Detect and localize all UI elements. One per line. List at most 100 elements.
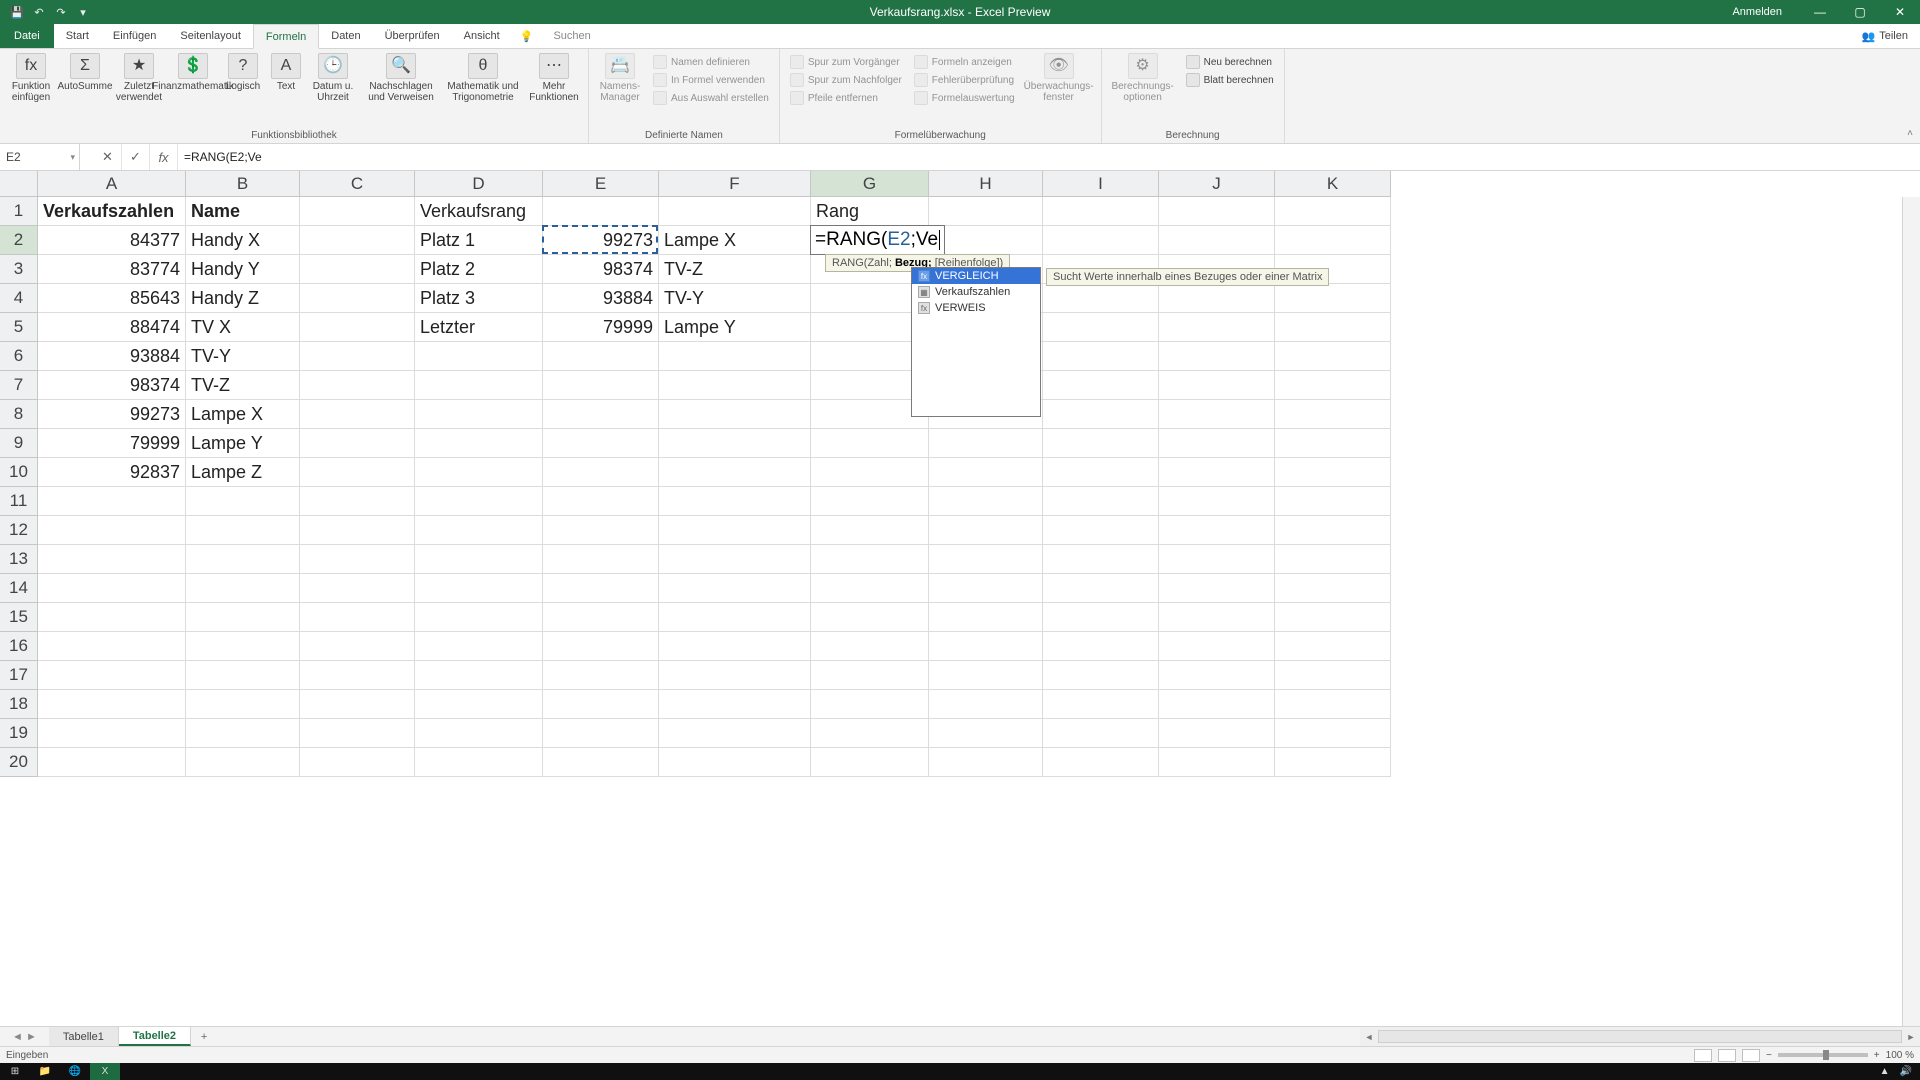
cell-D20[interactable]: [415, 748, 543, 777]
cell-E18[interactable]: [543, 690, 659, 719]
cell-J10[interactable]: [1159, 458, 1275, 487]
cell-H15[interactable]: [929, 603, 1043, 632]
cell-K14[interactable]: [1275, 574, 1391, 603]
cell-B14[interactable]: [186, 574, 300, 603]
cell-C16[interactable]: [300, 632, 415, 661]
logical-button[interactable]: ?Logisch: [222, 51, 264, 92]
cell-E12[interactable]: [543, 516, 659, 545]
cell-E11[interactable]: [543, 487, 659, 516]
row-header-1[interactable]: 1: [0, 197, 38, 226]
autosum-button[interactable]: ΣAutoSumme: [60, 51, 110, 92]
cell-B7[interactable]: TV-Z: [186, 371, 300, 400]
cell-F3[interactable]: TV-Z: [659, 255, 811, 284]
row-header-6[interactable]: 6: [0, 342, 38, 371]
sign-in-link[interactable]: Anmelden: [1714, 6, 1800, 18]
cell-B13[interactable]: [186, 545, 300, 574]
cell-I12[interactable]: [1043, 516, 1159, 545]
cell-A19[interactable]: [38, 719, 186, 748]
row-header-15[interactable]: 15: [0, 603, 38, 632]
tab-ansicht[interactable]: Ansicht: [452, 24, 512, 48]
cell-F17[interactable]: [659, 661, 811, 690]
cell-A9[interactable]: 79999: [38, 429, 186, 458]
recently-used-button[interactable]: ★Zuletzt verwendet: [114, 51, 164, 103]
cell-E7[interactable]: [543, 371, 659, 400]
tab-daten[interactable]: Daten: [319, 24, 372, 48]
cell-K2[interactable]: [1275, 226, 1391, 255]
name-box[interactable]: E2: [0, 144, 80, 170]
cell-G15[interactable]: [811, 603, 929, 632]
row-header-17[interactable]: 17: [0, 661, 38, 690]
cell-D1[interactable]: Verkaufsrang: [415, 197, 543, 226]
cell-J17[interactable]: [1159, 661, 1275, 690]
cell-I13[interactable]: [1043, 545, 1159, 574]
column-headers[interactable]: ABCDEFGHIJK: [38, 171, 1902, 197]
cell-editor[interactable]: =RANG(E2;Ve: [810, 225, 945, 255]
cell-K1[interactable]: [1275, 197, 1391, 226]
zoom-level[interactable]: 100 %: [1886, 1050, 1914, 1061]
cell-D4[interactable]: Platz 3: [415, 284, 543, 313]
cell-E3[interactable]: 98374: [543, 255, 659, 284]
tab-file[interactable]: Datei: [0, 24, 54, 48]
cell-B12[interactable]: [186, 516, 300, 545]
cell-J13[interactable]: [1159, 545, 1275, 574]
cell-C5[interactable]: [300, 313, 415, 342]
col-header-I[interactable]: I: [1043, 171, 1159, 197]
cell-F11[interactable]: [659, 487, 811, 516]
cell-C10[interactable]: [300, 458, 415, 487]
cell-B10[interactable]: Lampe Z: [186, 458, 300, 487]
cell-H11[interactable]: [929, 487, 1043, 516]
cell-K17[interactable]: [1275, 661, 1391, 690]
row-header-13[interactable]: 13: [0, 545, 38, 574]
cell-I16[interactable]: [1043, 632, 1159, 661]
cell-E15[interactable]: [543, 603, 659, 632]
cell-A11[interactable]: [38, 487, 186, 516]
cell-G13[interactable]: [811, 545, 929, 574]
row-header-10[interactable]: 10: [0, 458, 38, 487]
cell-A7[interactable]: 98374: [38, 371, 186, 400]
cell-I9[interactable]: [1043, 429, 1159, 458]
view-normal-button[interactable]: [1694, 1049, 1712, 1062]
ac-item-verweis[interactable]: fxVERWEIS: [912, 300, 1040, 316]
cell-F19[interactable]: [659, 719, 811, 748]
cell-D2[interactable]: Platz 1: [415, 226, 543, 255]
cell-D6[interactable]: [415, 342, 543, 371]
cell-B11[interactable]: [186, 487, 300, 516]
tell-me-icon[interactable]: 💡: [512, 24, 542, 48]
cell-G9[interactable]: [811, 429, 929, 458]
cell-G12[interactable]: [811, 516, 929, 545]
cell-D17[interactable]: [415, 661, 543, 690]
sheet-nav[interactable]: ◄ ►: [0, 1027, 49, 1046]
cell-C3[interactable]: [300, 255, 415, 284]
cell-D12[interactable]: [415, 516, 543, 545]
cell-I18[interactable]: [1043, 690, 1159, 719]
cell-H17[interactable]: [929, 661, 1043, 690]
cell-C4[interactable]: [300, 284, 415, 313]
cell-F9[interactable]: [659, 429, 811, 458]
qat-dropdown-icon[interactable]: ▾: [74, 3, 92, 21]
cell-E1[interactable]: [543, 197, 659, 226]
cell-E2[interactable]: 99273: [543, 226, 659, 255]
zoom-in-icon[interactable]: +: [1874, 1050, 1880, 1061]
cell-C17[interactable]: [300, 661, 415, 690]
sheet-tab-tabelle1[interactable]: Tabelle1: [49, 1027, 119, 1046]
cell-B3[interactable]: Handy Y: [186, 255, 300, 284]
cell-F14[interactable]: [659, 574, 811, 603]
cell-H9[interactable]: [929, 429, 1043, 458]
cell-K12[interactable]: [1275, 516, 1391, 545]
cell-A15[interactable]: [38, 603, 186, 632]
cell-A20[interactable]: [38, 748, 186, 777]
excel-taskbar-icon[interactable]: X: [90, 1063, 120, 1080]
cell-I4[interactable]: [1043, 284, 1159, 313]
cell-F8[interactable]: [659, 400, 811, 429]
cell-H16[interactable]: [929, 632, 1043, 661]
redo-icon[interactable]: ↷: [52, 3, 70, 21]
col-header-H[interactable]: H: [929, 171, 1043, 197]
tell-me-input[interactable]: Suchen: [541, 24, 602, 48]
col-header-C[interactable]: C: [300, 171, 415, 197]
cell-J7[interactable]: [1159, 371, 1275, 400]
calculate-now-button[interactable]: Neu berechnen: [1182, 54, 1278, 70]
insert-function-fx-button[interactable]: fx: [150, 144, 178, 170]
horizontal-scrollbar[interactable]: ◄►: [1360, 1027, 1920, 1046]
share-button[interactable]: 👥 Teilen: [1850, 24, 1920, 48]
lookup-reference-button[interactable]: 🔍Nachschlagen und Verweisen: [362, 51, 440, 103]
